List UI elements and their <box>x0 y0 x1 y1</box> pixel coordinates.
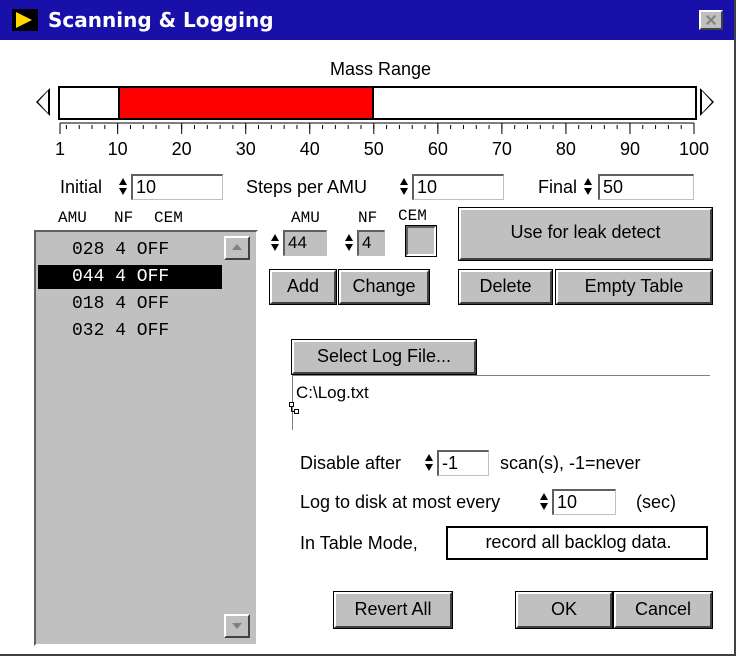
list-scrollbar[interactable] <box>224 234 254 642</box>
scroll-up-icon[interactable] <box>224 236 250 260</box>
title-bar: Scanning & Logging <box>0 0 734 40</box>
entry-nf-label: NF <box>358 209 378 227</box>
table-row[interactable]: 032 4 OFF <box>38 319 222 343</box>
tick-label: 80 <box>555 139 576 159</box>
scanning-logging-window: Scanning & Logging Mass Range 1 10 20 30 40 5… <box>0 0 736 656</box>
column-header-nf: NF <box>114 209 134 227</box>
table-mode-label: In Table Mode, <box>300 533 418 553</box>
nf-spinner-icon[interactable] <box>344 232 354 254</box>
column-header-amu: AMU <box>58 209 87 227</box>
cancel-button[interactable]: Cancel <box>613 591 713 629</box>
steps-per-amu-field[interactable]: 10 <box>412 174 504 200</box>
tick-label: 10 <box>107 139 128 159</box>
final-label: Final <box>538 177 578 197</box>
tick-label: 20 <box>171 139 192 159</box>
tick-label: 1 <box>55 139 66 159</box>
table-row[interactable]: 018 4 OFF <box>38 292 222 316</box>
column-header-cem: CEM <box>154 209 183 227</box>
amu-entry-field[interactable]: 44 <box>283 230 327 256</box>
disable-after-suffix: scan(s), -1=never <box>500 453 641 473</box>
close-icon[interactable] <box>699 10 723 30</box>
log-every-label: Log to disk at most every <box>300 492 501 512</box>
steps-spinner-icon[interactable] <box>399 176 409 198</box>
add-button[interactable]: Add <box>269 269 337 305</box>
log-every-field[interactable]: 10 <box>552 489 616 515</box>
log-every-suffix: (sec) <box>636 492 676 512</box>
select-log-file-button[interactable]: Select Log File... <box>291 339 477 375</box>
empty-table-button[interactable]: Empty Table <box>555 269 713 305</box>
record-backlog-dropdown[interactable]: record all backlog data. <box>446 526 708 560</box>
table-row[interactable]: 044 4 OFF <box>38 265 222 289</box>
tick-label: 50 <box>363 139 384 159</box>
delete-button[interactable]: Delete <box>458 269 553 305</box>
mass-range-slider[interactable] <box>58 86 697 120</box>
entry-amu-label: AMU <box>291 209 320 227</box>
disable-after-label: Disable after <box>300 453 402 473</box>
scroll-down-icon[interactable] <box>224 614 250 638</box>
initial-spinner-icon[interactable] <box>118 176 128 198</box>
final-field[interactable]: 50 <box>598 174 694 200</box>
slider-left-arrow-icon[interactable] <box>36 88 50 116</box>
mass-range-label: Mass Range <box>330 59 432 79</box>
disable-after-field[interactable]: -1 <box>437 450 489 476</box>
initial-label: Initial <box>60 177 103 197</box>
tick-label: 90 <box>619 139 640 159</box>
entry-cem-label: CEM <box>398 207 427 225</box>
initial-field[interactable]: 10 <box>131 174 223 200</box>
log-path-divider <box>292 375 710 376</box>
ok-button[interactable]: OK <box>515 591 613 629</box>
use-for-leak-detect-button[interactable]: Use for leak detect <box>458 207 713 261</box>
log-every-spinner-icon[interactable] <box>539 491 549 513</box>
change-button[interactable]: Change <box>338 269 430 305</box>
tick-label: 100 <box>679 139 710 159</box>
mass-range-selection[interactable] <box>117 88 374 118</box>
table-row[interactable]: 028 4 OFF <box>38 238 222 262</box>
disable-after-spinner-icon[interactable] <box>424 452 434 474</box>
log-file-path[interactable]: C:\Log.txt <box>296 382 369 404</box>
nf-entry-field[interactable]: 4 <box>357 230 385 256</box>
slider-right-arrow-icon[interactable] <box>700 88 714 116</box>
final-spinner-icon[interactable] <box>583 176 593 198</box>
app-icon <box>12 9 38 31</box>
tick-label: 60 <box>427 139 448 159</box>
amu-spinner-icon[interactable] <box>270 232 280 254</box>
tick-label: 40 <box>299 139 320 159</box>
tick-label: 70 <box>491 139 512 159</box>
tick-label: 30 <box>235 139 256 159</box>
cem-toggle[interactable] <box>405 225 437 257</box>
steps-per-amu-label: Steps per AMU <box>246 177 368 197</box>
window-title: Scanning & Logging <box>48 8 274 32</box>
revert-all-button[interactable]: Revert All <box>333 591 453 629</box>
